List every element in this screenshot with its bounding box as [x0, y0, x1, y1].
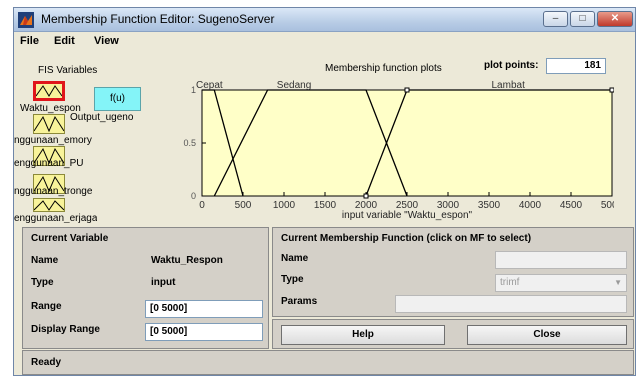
mf-type-select[interactable]: trimf ▼	[495, 274, 627, 292]
fis-input-label: enggunaan_PU	[14, 158, 84, 169]
mf-params-input[interactable]	[395, 295, 627, 313]
mf-label-sedang: Sedang	[277, 80, 311, 91]
current-mf-title: Current Membership Function (click on MF…	[281, 233, 532, 244]
membership-function-plot[interactable]: 0 500 1000 1500 2000 2500 3000 3500 4000 4500 50 00…	[164, 76, 614, 226]
mf-type-value: trimf	[500, 277, 520, 288]
matlab-icon	[18, 12, 34, 28]
fis-input-waktu-respon[interactable]	[33, 81, 65, 101]
mf-editor-window: Membership Function Editor: SugenoServer…	[13, 7, 636, 376]
button-row: Help Close	[272, 319, 634, 349]
display-range-label: Display Range	[31, 324, 100, 335]
mf-name-input[interactable]	[495, 251, 627, 269]
fis-output-label: Output_ugeno	[70, 112, 134, 123]
x-tick-label: 4000	[519, 200, 542, 211]
menu-edit[interactable]: Edit	[54, 35, 75, 47]
x-axis-label: input variable "Waktu_espon"	[342, 210, 473, 221]
x-tick-label: 500	[235, 200, 252, 211]
type-label: Type	[31, 277, 54, 288]
fis-input-label: enggunaan_erjaga	[14, 213, 98, 223]
y-tick-label: 0	[191, 191, 196, 201]
x-tick-label: 1000	[273, 200, 296, 211]
x-tick-label: 4500	[560, 200, 583, 211]
mf-vertex-marker	[609, 87, 614, 93]
maximize-button[interactable]: □	[570, 11, 595, 27]
close-window-button[interactable]: ✕	[597, 11, 633, 27]
status-bar: Ready	[22, 350, 634, 375]
y-tick-label: 0.5	[183, 138, 196, 148]
minimize-button[interactable]: –	[543, 11, 568, 27]
mf-name-label: Name	[281, 253, 309, 264]
window-title: Membership Function Editor: SugenoServer	[41, 12, 275, 26]
title-bar[interactable]: Membership Function Editor: SugenoServer…	[14, 8, 635, 32]
x-tick-label: 0	[199, 200, 205, 211]
name-label: Name	[31, 255, 59, 266]
fis-input-label: nggunaan_emory	[14, 135, 92, 146]
mf-label-lambat: Lambat	[492, 80, 526, 91]
variable-name-value: Waktu_Respon	[151, 255, 223, 266]
plot-axes-background	[201, 89, 613, 197]
range-input[interactable]: [0 5000]	[145, 300, 263, 318]
fis-input-label: nggunaan_tronge	[14, 186, 93, 197]
help-button[interactable]: Help	[281, 325, 445, 345]
menu-file[interactable]: File	[20, 35, 39, 47]
range-label: Range	[31, 301, 62, 312]
mf-icon	[36, 85, 62, 97]
mf-type-label: Type	[281, 274, 304, 285]
current-variable-title: Current Variable	[31, 233, 109, 244]
plot-points-label: plot points:	[484, 60, 539, 71]
fis-output-box[interactable]: f(u)	[94, 87, 141, 111]
current-mf-panel: Current Membership Function (click on MF…	[272, 227, 634, 317]
x-tick-label: 1500	[314, 200, 337, 211]
fis-input-jaringan[interactable]	[33, 198, 65, 212]
fis-input-memory[interactable]	[33, 114, 65, 134]
mf-icon	[34, 200, 64, 211]
menu-view[interactable]: View	[94, 35, 119, 47]
plot-points-input[interactable]: 181	[546, 58, 606, 74]
close-button[interactable]: Close	[467, 325, 627, 345]
chevron-down-icon: ▼	[614, 278, 622, 287]
current-variable-panel: Current Variable Name Waktu_Respon Type …	[22, 227, 269, 349]
x-tick-label: 5000	[601, 200, 614, 211]
status-text: Ready	[31, 357, 62, 368]
mf-params-label: Params	[281, 296, 318, 307]
fis-variables-label: FIS Variables	[38, 65, 98, 76]
mf-icon	[34, 115, 64, 133]
mf-vertex-marker	[404, 87, 410, 93]
mf-vertex-marker	[363, 193, 369, 199]
mf-plots-title: Membership function plots	[325, 63, 442, 74]
x-tick-label: 3500	[478, 200, 501, 211]
variable-type-value: input	[151, 277, 176, 288]
menu-bar: File Edit View	[14, 33, 635, 51]
mf-label-cepat: Cepat	[196, 80, 223, 91]
display-range-input[interactable]: [0 5000]	[145, 323, 263, 341]
